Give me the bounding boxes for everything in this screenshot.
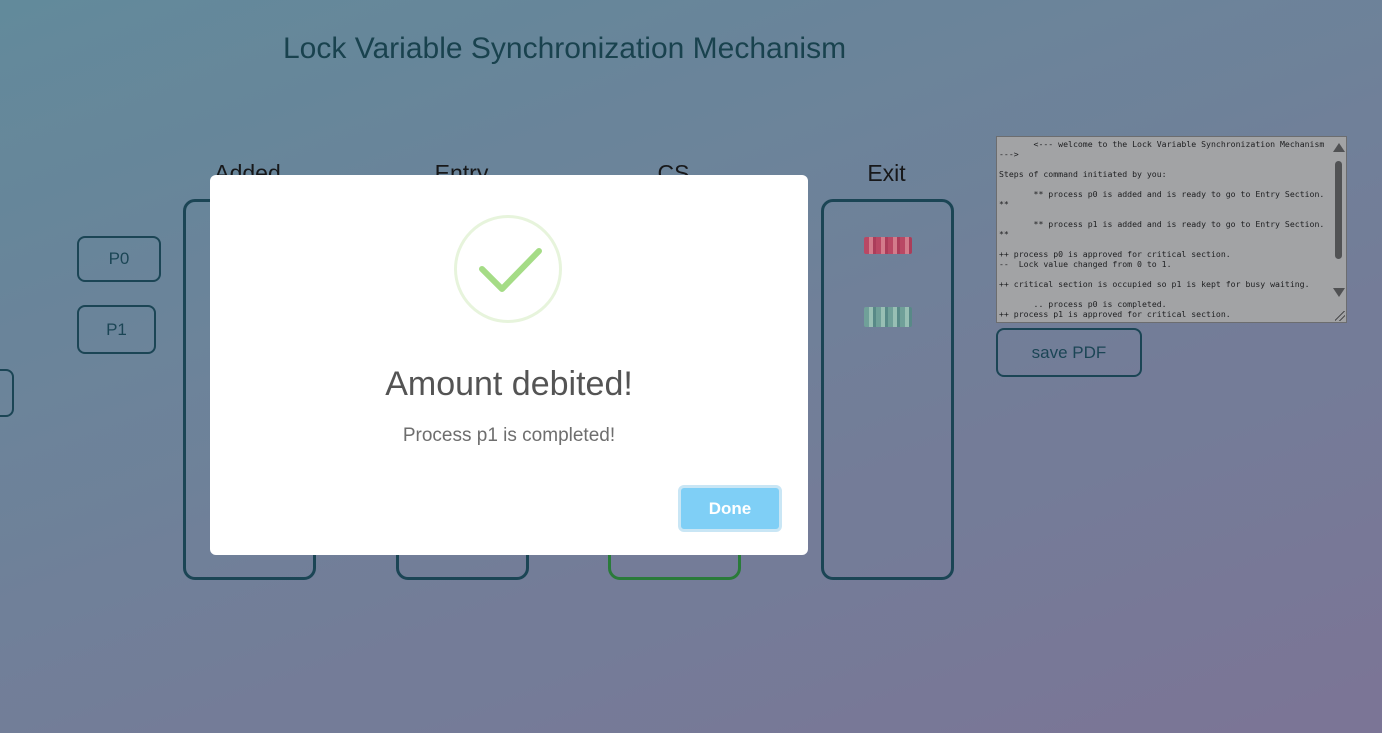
dialog-title: Amount debited!: [385, 365, 633, 403]
done-button[interactable]: Done: [678, 485, 782, 532]
success-check-icon: [454, 215, 562, 323]
success-dialog: Amount debited! Process p1 is completed!…: [210, 175, 808, 555]
dialog-message: Process p1 is completed!: [402, 425, 616, 446]
